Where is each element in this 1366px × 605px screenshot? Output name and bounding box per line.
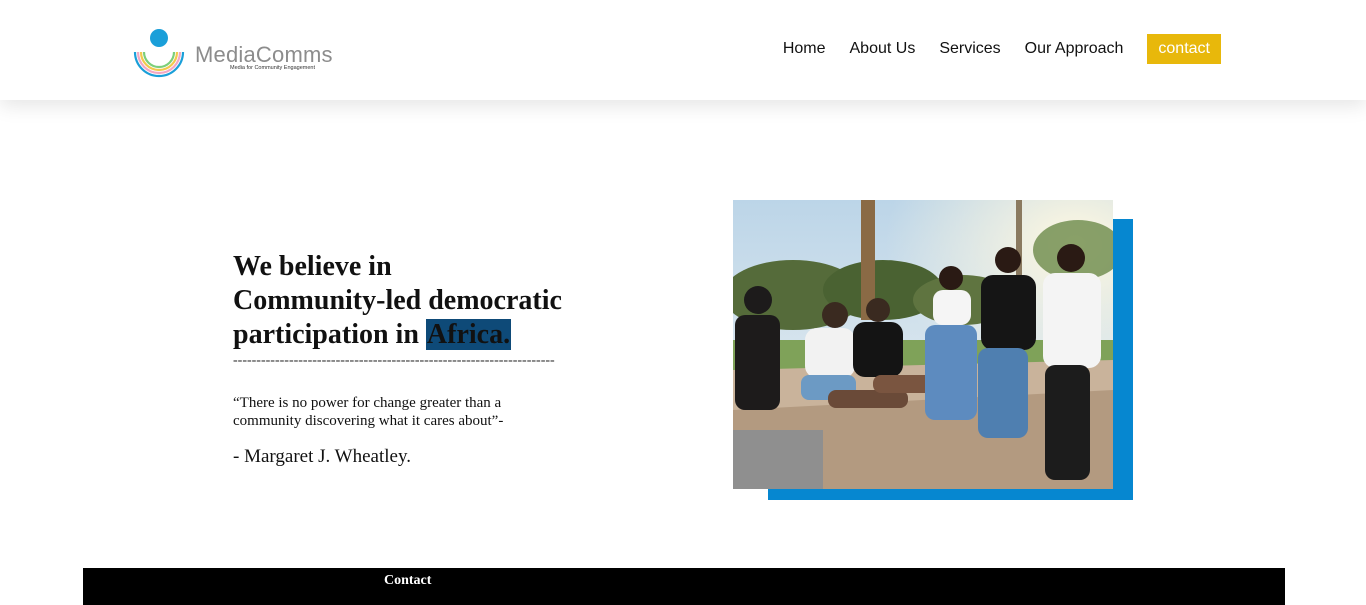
mediacomms-logo-icon: [133, 29, 185, 78]
headline-line-1: We believe in: [233, 251, 392, 282]
hero-headline: We believe in Community-led democratic p…: [233, 250, 593, 352]
contact-button[interactable]: contact: [1147, 33, 1221, 64]
hero-photo: [733, 200, 1113, 489]
site-header: MediaComms Media for Community Engagemen…: [0, 0, 1366, 100]
headline-line-3: participation in: [233, 319, 426, 350]
footer-contact-link[interactable]: Contact: [384, 573, 431, 589]
nav-services[interactable]: Services: [939, 40, 1000, 58]
quote-author: - Margaret J. Wheatley.: [233, 446, 411, 467]
headline-highlight: Africa.: [425, 319, 512, 350]
main-nav: Home About Us Services Our Approach cont…: [783, 33, 1221, 64]
brand-logo[interactable]: MediaComms Media for Community Engagemen…: [132, 28, 352, 84]
hero-text: We believe in Community-led democratic p…: [233, 250, 593, 468]
nav-about-us[interactable]: About Us: [850, 40, 916, 58]
headline-line-2: Community-led democratic: [233, 285, 562, 316]
brand-tagline: Media for Community Engagement: [230, 65, 315, 71]
footer-bar: Contact: [83, 568, 1285, 605]
hero-quote: “There is no power for change greater th…: [233, 395, 504, 429]
nav-our-approach[interactable]: Our Approach: [1025, 40, 1124, 58]
dashed-divider: ----------------------------------------…: [233, 354, 555, 368]
nav-home[interactable]: Home: [783, 40, 826, 58]
group-photo-image: [733, 200, 1113, 489]
